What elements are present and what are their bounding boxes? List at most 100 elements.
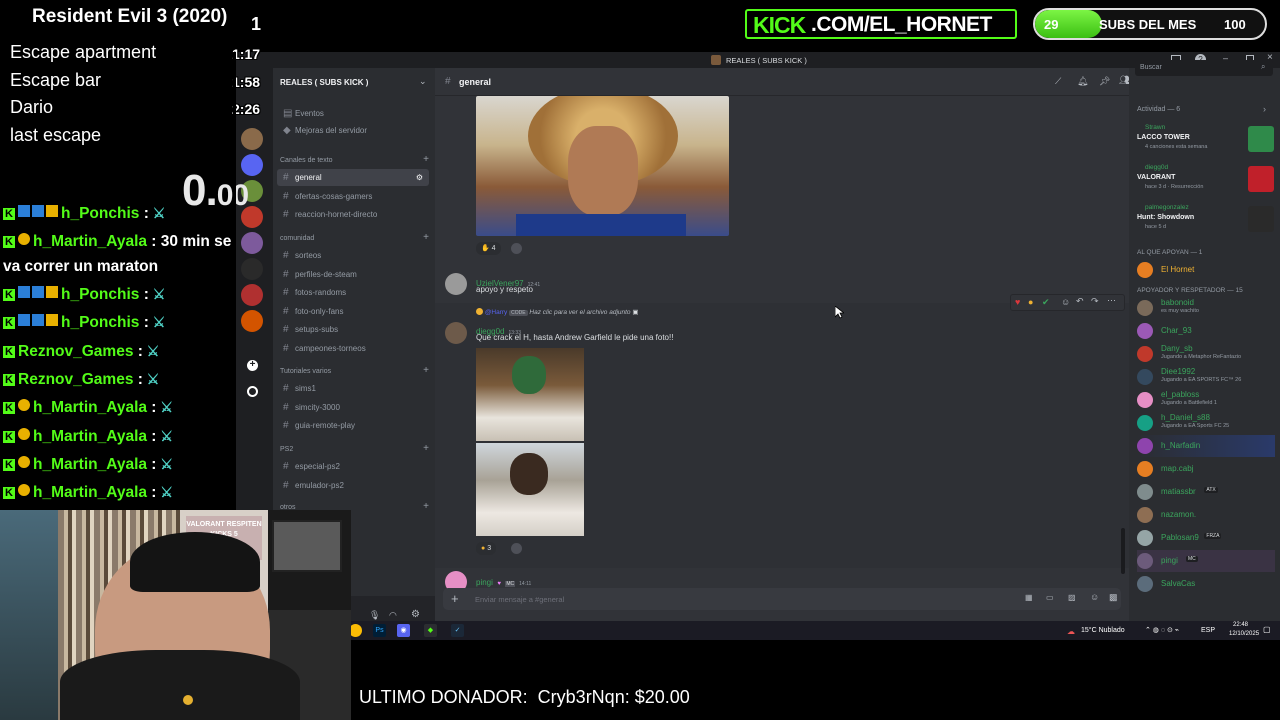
forward-icon[interactable]: ↷ [1091, 296, 1099, 307]
channel-item[interactable]: # general ⚙ [277, 169, 429, 186]
chat-username[interactable]: Reznov_Games [18, 343, 133, 360]
chat-username[interactable]: h_Ponchis [61, 314, 139, 331]
avatar[interactable] [445, 322, 467, 344]
chat-username[interactable]: h_Ponchis [61, 205, 139, 222]
chat-username[interactable]: h_Martin_Ayala [33, 233, 147, 250]
message-author[interactable]: pingi [476, 578, 493, 587]
add-reaction-icon[interactable]: ☺ [1061, 297, 1070, 307]
server-name[interactable]: REALES ( SUBS KICK ) [280, 78, 368, 87]
search-input[interactable]: Buscar ⌕ [1135, 60, 1273, 76]
message-composer[interactable]: + Enviar mensaje a #general ▦ ▭ ▨ ☺ ▩ [443, 588, 1121, 610]
member-item[interactable]: pingi MC [1137, 550, 1275, 572]
channel-item[interactable]: # simcity-3000 [277, 399, 429, 416]
check-icon[interactable]: ✔ [1042, 297, 1050, 308]
microphone-icon[interactable]: 🎙︎ [369, 610, 380, 621]
channel-category[interactable]: Tutoriales varios [280, 368, 331, 375]
channel-item[interactable]: # campeones-torneos [277, 340, 429, 357]
explore-icon[interactable] [247, 386, 258, 397]
activity-card[interactable]: palmegonzalez Hunt: Showdown hace 5 d [1137, 204, 1275, 238]
weather-text[interactable]: 15°C Nublado [1081, 627, 1125, 634]
chevron-right-icon[interactable]: › [1263, 104, 1266, 114]
channel-settings-icon[interactable]: ⚙ [416, 169, 423, 186]
channel-category[interactable]: Canales de texto [280, 157, 333, 164]
channel-item[interactable]: # reaccion-hornet-directo [277, 206, 429, 223]
channel-item[interactable]: # sorteos [277, 247, 429, 264]
member-item[interactable]: babonoid es muy wachito [1137, 297, 1275, 319]
boosts-item[interactable]: ◆ Mejoras del servidor [277, 122, 429, 139]
channel-item[interactable]: # setups-subs [277, 321, 429, 338]
chevron-down-icon[interactable]: ⌄ [419, 76, 427, 87]
member-item[interactable]: El Hornet [1137, 259, 1275, 281]
composer-placeholder[interactable]: Enviar mensaje a #general [475, 595, 564, 604]
events-item[interactable]: ▤ Eventos [277, 105, 429, 122]
server-avatar[interactable] [241, 128, 263, 150]
channel-item[interactable]: # especial-ps2 [277, 458, 429, 475]
clock-time[interactable]: 22:48 [1233, 622, 1248, 628]
chat-username[interactable]: Reznov_Games [18, 371, 133, 388]
chat-username[interactable]: h_Ponchis [61, 286, 139, 303]
member-item[interactable]: h_Daniel_s88 Jugando a EA Sports FC 25 [1137, 412, 1275, 434]
member-item[interactable]: Diee1992 Jugando a EA SPORTS FC™ 26 [1137, 366, 1275, 388]
notification-icon[interactable]: ▢ [1263, 625, 1271, 634]
reply-icon[interactable]: ↶ [1076, 296, 1084, 307]
threads-icon[interactable]: ⟋ [1055, 76, 1061, 87]
channel-item[interactable]: # foto-only-fans [277, 303, 429, 320]
photoshop-icon[interactable]: Ps [373, 624, 386, 637]
server-avatar[interactable] [241, 284, 263, 306]
add-channel-icon[interactable]: + [423, 501, 429, 512]
member-item[interactable]: matiassbr ATX [1137, 481, 1275, 503]
add-channel-icon[interactable]: + [423, 365, 429, 376]
chat-username[interactable]: h_Martin_Ayala [33, 399, 147, 416]
clock-date[interactable]: 12/10/2025 [1229, 631, 1259, 637]
member-item[interactable]: Pablosan9 FRZA [1137, 527, 1275, 549]
add-channel-icon[interactable]: + [423, 154, 429, 165]
member-item[interactable]: Char_93 [1137, 320, 1275, 342]
emoji-icon[interactable]: ☺ [1090, 592, 1099, 602]
gift-icon[interactable]: ▦ [1025, 593, 1033, 602]
channel-item[interactable]: # sims1 [277, 380, 429, 397]
add-reaction-icon[interactable] [511, 243, 522, 254]
message-image[interactable] [476, 96, 729, 236]
add-attachment-icon[interactable]: + [451, 591, 459, 606]
server-avatar[interactable] [241, 310, 263, 332]
add-reaction-icon[interactable] [511, 543, 522, 554]
channel-category[interactable]: PS2 [280, 446, 293, 453]
chat-username[interactable]: h_Martin_Ayala [33, 484, 147, 501]
heart-icon[interactable]: ♥ [1015, 297, 1020, 307]
channel-item[interactable]: # guia-remote-play [277, 417, 429, 434]
more-icon[interactable]: ⋯ [1107, 295, 1116, 306]
member-item[interactable]: SalvaCas [1137, 573, 1275, 595]
add-channel-icon[interactable]: + [423, 443, 429, 454]
add-server-icon[interactable]: + [247, 360, 258, 371]
reply-preview[interactable]: @Harry CODE Haz clic para ver el archivo… [476, 308, 639, 316]
discord-icon[interactable]: ◉ [397, 624, 410, 637]
pin-icon[interactable]: 📌︎ [1099, 76, 1110, 87]
member-item[interactable]: map.cabj [1137, 458, 1275, 480]
language-indicator[interactable]: ESP [1201, 627, 1215, 634]
channel-item[interactable]: # perfiles-de-steam [277, 266, 429, 283]
channel-item[interactable]: # fotos-randoms [277, 284, 429, 301]
reaction-chip[interactable]: ● 3 [476, 542, 497, 555]
channel-category[interactable]: comunidad [280, 235, 314, 242]
scrollbar[interactable] [1121, 528, 1125, 574]
emoji-icon[interactable]: ● [1028, 297, 1033, 307]
sticker-icon[interactable]: ▨ [1068, 593, 1076, 602]
steam-icon[interactable]: ✓ [451, 624, 464, 637]
bell-icon[interactable]: 🔔︎ [1077, 76, 1088, 87]
reaction-chip[interactable]: ✋ 4 [476, 242, 501, 255]
channel-item[interactable]: # ofertas-cosas-gamers [277, 188, 429, 205]
app-launcher-icon[interactable]: ▩ [1109, 592, 1118, 603]
tray-icons[interactable]: ⌃ ◍ ◌ ⊙ ⌁ [1145, 626, 1179, 634]
member-item[interactable]: Dany_sb Jugando a Metaphor ReFantazio [1137, 343, 1275, 365]
channel-item[interactable]: # emulador-ps2 [277, 477, 429, 494]
settings-gear-icon[interactable]: ⚙ [411, 609, 420, 620]
message-image[interactable] [476, 443, 584, 536]
add-channel-icon[interactable]: + [423, 232, 429, 243]
chat-username[interactable]: h_Martin_Ayala [33, 428, 147, 445]
app-icon[interactable]: ◆ [424, 624, 437, 637]
member-item[interactable]: el_pabloss Jugando a Battlefield 1 [1137, 389, 1275, 411]
chat-username[interactable]: h_Martin_Ayala [33, 456, 147, 473]
member-item[interactable]: nazamon. [1137, 504, 1275, 526]
activity-card[interactable]: diegg0d VALORANT hace 3 d · Resurrección [1137, 164, 1275, 198]
avatar[interactable] [445, 273, 467, 295]
